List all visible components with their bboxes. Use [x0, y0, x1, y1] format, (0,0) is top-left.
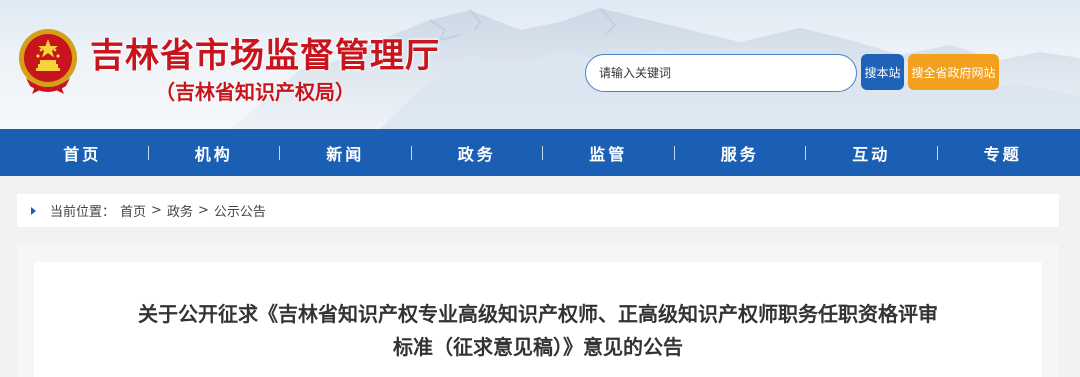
- nav-item-supervision[interactable]: 监管: [543, 141, 674, 165]
- search-site-button[interactable]: 搜本站: [861, 54, 904, 90]
- main-nav: 首页 机构 新闻 政务 监管 服务 互动 专题: [0, 129, 1080, 176]
- breadcrumb-separator: >: [151, 203, 162, 218]
- nav-item-interaction[interactable]: 互动: [806, 141, 937, 165]
- nav-item-services[interactable]: 服务: [675, 141, 806, 165]
- nav-item-home[interactable]: 首页: [17, 141, 148, 165]
- breadcrumb-trail: 当前位置： 首页 > 政务 > 公示公告: [50, 201, 266, 220]
- breadcrumb-link-announcements[interactable]: 公示公告: [214, 201, 266, 220]
- article-title: 关于公开征求《吉林省知识产权专业高级知识产权师、正高级知识产权师职务任职资格评审…: [34, 298, 1042, 364]
- site-title: 吉林省市场监督管理厅: [90, 36, 440, 76]
- site-subtitle: （吉林省知识产权局）: [155, 80, 355, 104]
- nav-item-news[interactable]: 新闻: [280, 141, 411, 165]
- caret-right-icon: [31, 206, 36, 215]
- nav-item-institutions[interactable]: 机构: [149, 141, 280, 165]
- breadcrumb: 当前位置： 首页 > 政务 > 公示公告: [17, 194, 1059, 227]
- breadcrumb-link-home[interactable]: 首页: [120, 201, 146, 220]
- breadcrumb-link-government-affairs[interactable]: 政务: [167, 201, 193, 220]
- search-province-button[interactable]: 搜全省政府网站: [908, 54, 999, 90]
- search-input[interactable]: [585, 54, 857, 92]
- article-title-line-2: 标准（征求意见稿）》意见的公告: [393, 335, 683, 359]
- breadcrumb-prefix: 当前位置：: [50, 205, 116, 220]
- nav-item-government-affairs[interactable]: 政务: [412, 141, 543, 165]
- breadcrumb-separator: >: [197, 203, 209, 218]
- nav-item-topics[interactable]: 专题: [938, 141, 1069, 165]
- article-title-line-1: 关于公开征求《吉林省知识产权专业高级知识产权师、正高级知识产权师职务任职资格评审: [138, 302, 938, 326]
- site-header: 吉林省市场监督管理厅 （吉林省知识产权局） 搜本站 搜全省政府网站: [0, 0, 1080, 129]
- national-emblem-icon: [19, 29, 77, 94]
